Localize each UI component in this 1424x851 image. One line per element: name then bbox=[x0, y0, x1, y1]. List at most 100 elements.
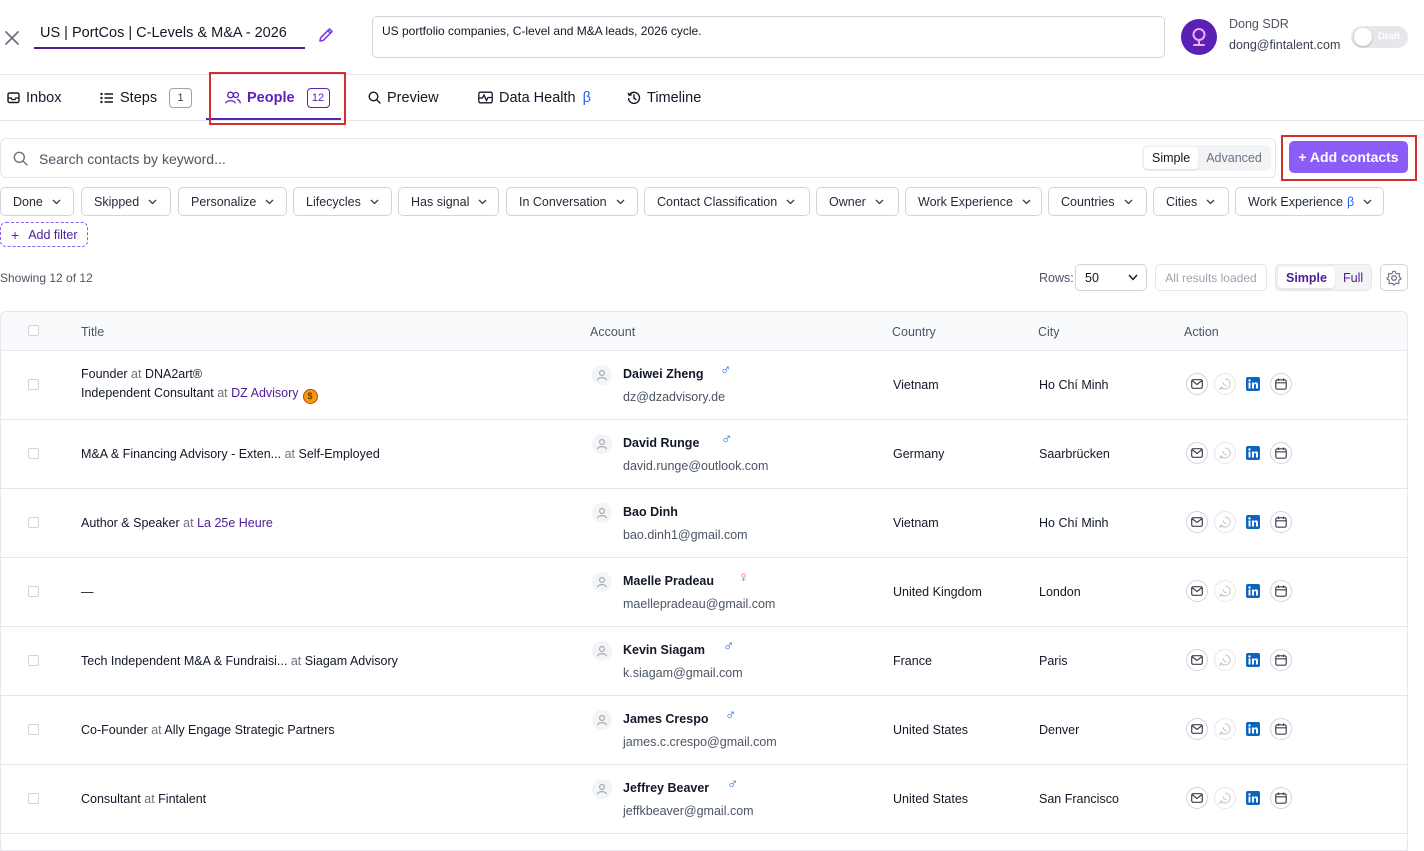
filter-done[interactable]: Done bbox=[0, 187, 74, 216]
linkedin-action-button[interactable] bbox=[1242, 511, 1264, 533]
filter-work-experience[interactable]: Work Experience bbox=[905, 187, 1042, 216]
sequence-title-input[interactable] bbox=[34, 19, 305, 49]
row-checkbox[interactable] bbox=[28, 379, 39, 390]
company-link[interactable]: La 25e Heure bbox=[197, 516, 273, 530]
calendar-action-button[interactable] bbox=[1270, 787, 1292, 809]
contact-email: david.runge@outlook.com bbox=[623, 459, 769, 473]
row-checkbox[interactable] bbox=[28, 586, 39, 597]
filter-lifecycles[interactable]: Lifecycles bbox=[293, 187, 392, 216]
email-action-button[interactable] bbox=[1186, 718, 1208, 740]
sequence-description-input[interactable]: US portfolio companies, C-level and M&A … bbox=[372, 16, 1165, 58]
view-simple[interactable]: Simple bbox=[1278, 267, 1335, 288]
filter-owner[interactable]: Owner bbox=[816, 187, 899, 216]
add-filter-button[interactable]: + Add filter bbox=[0, 222, 88, 247]
tab-people[interactable]: People 12 bbox=[225, 75, 330, 120]
whatsapp-action-button[interactable] bbox=[1214, 649, 1236, 671]
email-icon bbox=[1191, 586, 1203, 596]
contact-name[interactable]: Daiwei Zheng bbox=[623, 367, 704, 381]
linkedin-action-button[interactable] bbox=[1242, 580, 1264, 602]
person-icon bbox=[596, 577, 608, 588]
whatsapp-action-button[interactable] bbox=[1214, 718, 1236, 740]
whatsapp-action-button[interactable] bbox=[1214, 787, 1236, 809]
pencil-icon[interactable] bbox=[317, 26, 335, 44]
filter-in-conversation[interactable]: In Conversation bbox=[506, 187, 638, 216]
chevron-down-icon bbox=[875, 199, 884, 204]
calendar-action-button[interactable] bbox=[1270, 580, 1292, 602]
filter-has-signal[interactable]: Has signal bbox=[398, 187, 499, 216]
company-link[interactable]: DZ Advisory bbox=[231, 386, 298, 400]
table-row[interactable]: Consultant at Fintalent Jeffrey Beaver ♂ je… bbox=[1, 765, 1407, 834]
contact-name[interactable]: Maelle Pradeau bbox=[623, 574, 714, 588]
filter-skipped[interactable]: Skipped bbox=[81, 187, 171, 216]
filter-label: Owner bbox=[829, 194, 866, 209]
linkedin-action-button[interactable] bbox=[1242, 649, 1264, 671]
tab-preview[interactable]: Preview bbox=[368, 75, 439, 120]
user-avatar[interactable] bbox=[1181, 19, 1217, 55]
calendar-action-button[interactable] bbox=[1270, 373, 1292, 395]
filter-cities[interactable]: Cities bbox=[1153, 187, 1229, 216]
calendar-action-button[interactable] bbox=[1270, 511, 1292, 533]
tab-inbox[interactable]: Inbox bbox=[7, 75, 61, 120]
linkedin-icon bbox=[1246, 584, 1260, 598]
table-row[interactable]: — Maelle Pradeau ♀ maellepradeau@gmail.com U… bbox=[1, 558, 1407, 627]
row-checkbox[interactable] bbox=[28, 517, 39, 528]
row-checkbox[interactable] bbox=[28, 724, 39, 735]
all-results-loaded-button[interactable]: All results loaded bbox=[1155, 264, 1267, 291]
contact-name[interactable]: David Runge bbox=[623, 436, 699, 450]
calendar-action-button[interactable] bbox=[1270, 442, 1292, 464]
email-action-button[interactable] bbox=[1186, 511, 1208, 533]
calendar-action-button[interactable] bbox=[1270, 649, 1292, 671]
contact-name[interactable]: Jeffrey Beaver bbox=[623, 781, 709, 795]
row-checkbox[interactable] bbox=[28, 448, 39, 459]
linkedin-action-button[interactable] bbox=[1242, 787, 1264, 809]
contact-name[interactable]: James Crespo bbox=[623, 712, 708, 726]
column-action: Action bbox=[1184, 325, 1219, 339]
filter-work-experience-beta[interactable]: Work Experience β bbox=[1235, 187, 1384, 216]
search-input[interactable] bbox=[39, 149, 839, 169]
row-checkbox[interactable] bbox=[28, 655, 39, 666]
linkedin-action-button[interactable] bbox=[1242, 373, 1264, 395]
add-contacts-button[interactable]: + Add contacts bbox=[1289, 141, 1408, 173]
whatsapp-icon bbox=[1219, 723, 1231, 735]
tab-timeline[interactable]: Timeline bbox=[627, 75, 701, 120]
close-icon[interactable] bbox=[4, 30, 20, 46]
settings-button[interactable] bbox=[1380, 264, 1408, 291]
whatsapp-action-button[interactable] bbox=[1214, 373, 1236, 395]
filter-countries[interactable]: Countries bbox=[1048, 187, 1147, 216]
email-action-button[interactable] bbox=[1186, 787, 1208, 809]
contact-email: k.siagam@gmail.com bbox=[623, 666, 743, 680]
table-row[interactable]: M&A & Financing Advisory - Exten... at S… bbox=[1, 420, 1407, 489]
filter-contact-classification[interactable]: Contact Classification bbox=[644, 187, 810, 216]
calendar-action-button[interactable] bbox=[1270, 718, 1292, 740]
column-account[interactable]: Account bbox=[590, 325, 635, 339]
whatsapp-action-button[interactable] bbox=[1214, 442, 1236, 464]
whatsapp-action-button[interactable] bbox=[1214, 580, 1236, 602]
tab-data-health[interactable]: Data Health β bbox=[478, 75, 591, 120]
linkedin-action-button[interactable] bbox=[1242, 442, 1264, 464]
rows-per-page-select[interactable]: 50 bbox=[1075, 264, 1147, 291]
select-all-checkbox[interactable] bbox=[28, 325, 39, 336]
column-title[interactable]: Title bbox=[81, 325, 104, 339]
table-row[interactable]: Co-Founder at Ally Engage Strategic Part… bbox=[1, 696, 1407, 765]
status-toggle[interactable]: Draft bbox=[1351, 26, 1408, 48]
table-row[interactable]: Author & Speaker at La 25e Heure Bao Dinh… bbox=[1, 489, 1407, 558]
whatsapp-action-button[interactable] bbox=[1214, 511, 1236, 533]
column-city[interactable]: City bbox=[1038, 325, 1060, 339]
row-checkbox[interactable] bbox=[28, 793, 39, 804]
linkedin-action-button[interactable] bbox=[1242, 718, 1264, 740]
contact-name[interactable]: Bao Dinh bbox=[623, 505, 678, 519]
column-country[interactable]: Country bbox=[892, 325, 936, 339]
table-row[interactable]: Tech Independent M&A & Fundraisi... at S… bbox=[1, 627, 1407, 696]
filter-personalize[interactable]: Personalize bbox=[178, 187, 287, 216]
tab-steps[interactable]: Steps 1 bbox=[100, 75, 193, 120]
email-action-button[interactable] bbox=[1186, 442, 1208, 464]
email-action-button[interactable] bbox=[1186, 649, 1208, 671]
active-tab-underline bbox=[206, 118, 341, 120]
email-action-button[interactable] bbox=[1186, 580, 1208, 602]
contact-name[interactable]: Kevin Siagam bbox=[623, 643, 705, 657]
email-action-button[interactable] bbox=[1186, 373, 1208, 395]
table-row[interactable]: Founder at DNA2art® Independent Consultan… bbox=[1, 351, 1407, 420]
view-full[interactable]: Full bbox=[1335, 267, 1371, 288]
search-mode-simple[interactable]: Simple bbox=[1144, 147, 1199, 169]
search-mode-advanced[interactable]: Advanced bbox=[1198, 147, 1270, 169]
